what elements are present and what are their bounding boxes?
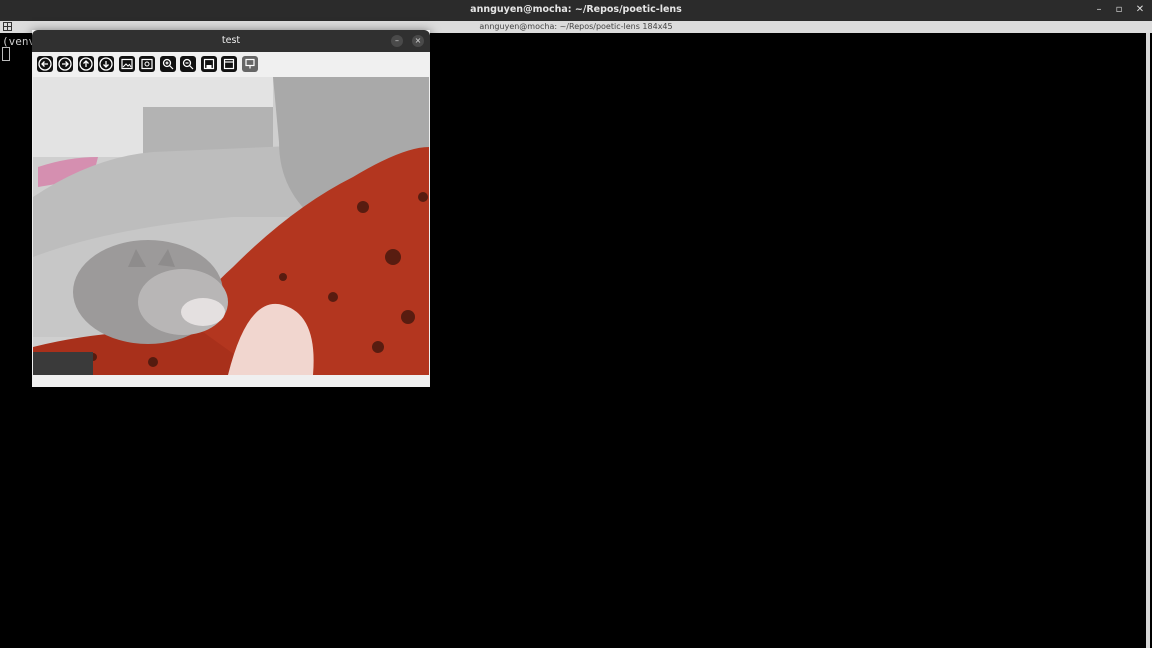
terminal-title: annguyen@mocha: ~/Repos/poetic-lens <box>470 4 682 15</box>
viewer-titlebar: test – × <box>32 30 430 52</box>
image-settings-icon[interactable] <box>139 56 155 72</box>
down-icon[interactable] <box>98 56 114 72</box>
forward-icon[interactable] <box>57 56 73 72</box>
zoom-in-icon[interactable] <box>160 56 176 72</box>
save-icon[interactable] <box>201 56 217 72</box>
image-viewer-window: test – × <box>32 30 430 387</box>
viewer-title: test <box>221 35 241 46</box>
zoom-out-icon[interactable] <box>180 56 196 72</box>
camera-frame-image <box>33 77 429 375</box>
image-icon[interactable] <box>119 56 135 72</box>
viewer-minimize-button[interactable]: – <box>391 35 403 47</box>
viewer-toolbar <box>32 52 430 77</box>
cat-on-lap-photo <box>33 77 429 375</box>
minimize-button[interactable]: – <box>1092 3 1106 17</box>
properties-icon[interactable] <box>221 56 237 72</box>
close-button[interactable]: ✕ <box>1133 3 1147 17</box>
back-icon[interactable] <box>37 56 53 72</box>
viewer-statusbar <box>32 375 430 387</box>
viewer-close-button[interactable]: × <box>412 35 424 47</box>
options-icon[interactable] <box>242 56 258 72</box>
up-icon[interactable] <box>78 56 94 72</box>
maximize-button[interactable]: ▫ <box>1112 3 1126 17</box>
terminal-titlebar: annguyen@mocha: ~/Repos/poetic-lens – ▫ … <box>0 0 1152 21</box>
terminal-scrollbar[interactable] <box>1146 33 1150 648</box>
text-cursor <box>2 47 10 61</box>
